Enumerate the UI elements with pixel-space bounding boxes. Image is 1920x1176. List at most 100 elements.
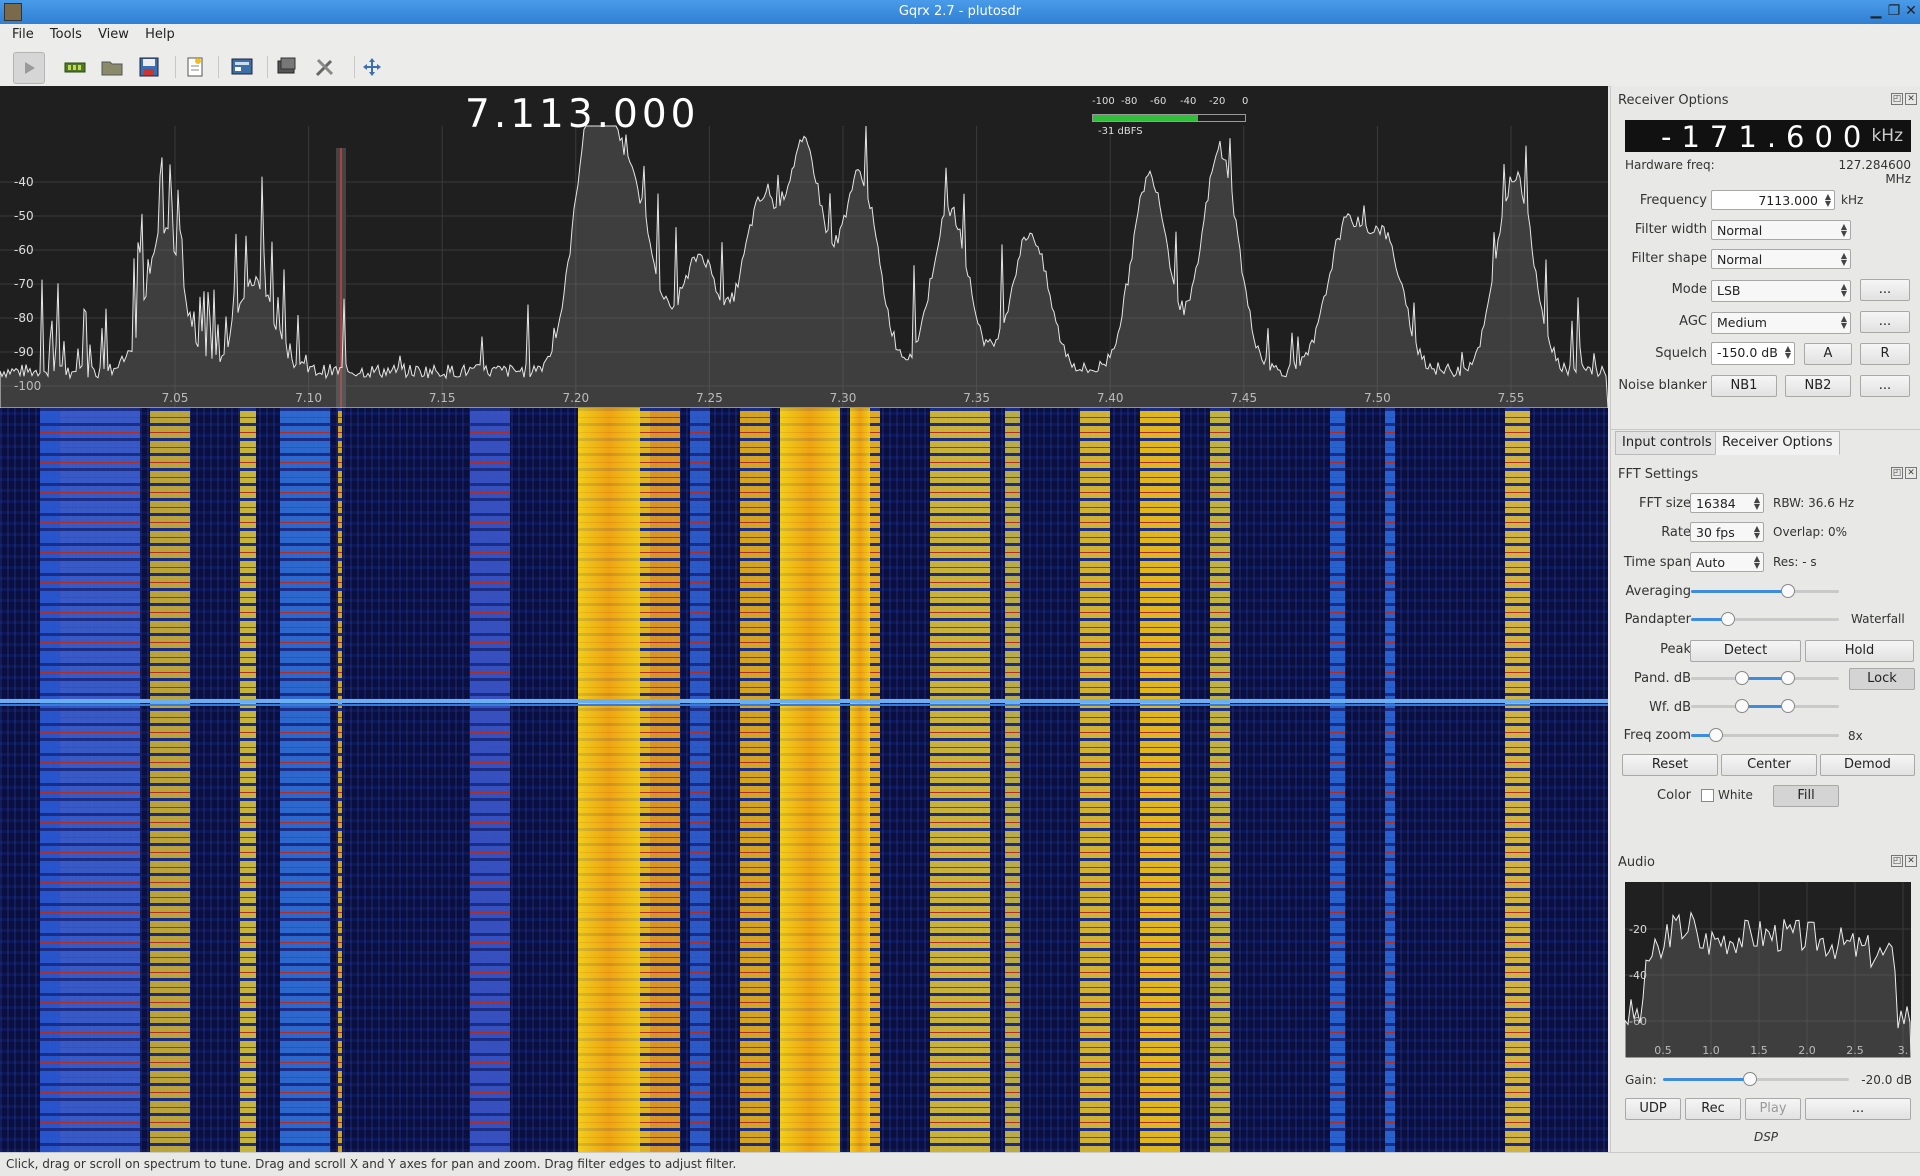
demod-button[interactable]: Demod (1820, 754, 1915, 776)
peak-detect-button[interactable]: Detect (1690, 640, 1801, 662)
open-icon[interactable] (97, 52, 127, 82)
float-icon[interactable]: ◰ (1891, 855, 1903, 867)
spectrum-plot[interactable]: -40-50-60-70-80-90-1007.057.107.157.207.… (0, 86, 1608, 408)
agc-select[interactable]: Medium ▲ ▼ (1711, 312, 1851, 334)
time-span-select[interactable]: Auto ▲ ▼ (1690, 552, 1764, 572)
settings-icon[interactable] (310, 52, 340, 82)
window-title: Gqrx 2.7 - plutosdr (898, 4, 1022, 19)
menu-help[interactable]: Help (141, 24, 183, 42)
rbw-text: RBW: 36.6 Hz (1773, 496, 1855, 510)
freq-zoom-slider[interactable] (1691, 727, 1839, 743)
overlap-text: Overlap: 0% (1773, 525, 1848, 539)
mode-options-button[interactable]: ... (1860, 279, 1910, 301)
fullscreen-icon[interactable] (357, 52, 387, 82)
nb1-button[interactable]: NB1 (1711, 375, 1777, 397)
offset-value: -171.600 (1661, 120, 1872, 154)
float-icon[interactable]: ◰ (1891, 467, 1903, 479)
save-icon[interactable] (134, 52, 164, 82)
center-frequency-display[interactable]: 7.113.000 (465, 92, 700, 137)
white-checkbox[interactable] (1701, 789, 1714, 802)
close-icon[interactable]: ✕ (1905, 855, 1917, 867)
squelch-value: -150.0 dB (1717, 345, 1778, 360)
lock-button[interactable]: Lock (1849, 668, 1915, 690)
rate-select[interactable]: 30 fps ▲ ▼ (1690, 522, 1764, 542)
udp-button[interactable]: UDP (1625, 1098, 1681, 1120)
play-button[interactable]: Play (1745, 1098, 1801, 1120)
waterfall-signal (740, 408, 770, 1152)
offset-display[interactable]: -171.600 kHz (1625, 120, 1911, 154)
pandapter-db-slider[interactable] (1691, 670, 1839, 686)
record-button[interactable]: Rec (1685, 1098, 1741, 1120)
peak-hold-button[interactable]: Hold (1805, 640, 1914, 662)
fill-button[interactable]: Fill (1773, 785, 1839, 807)
maximize-icon[interactable]: ❐ (1886, 3, 1902, 19)
status-text: Click, drag or scroll on spectrum to tun… (6, 1157, 737, 1171)
menu-file[interactable]: File (0, 24, 42, 42)
audio-options-button[interactable]: ... (1805, 1098, 1911, 1120)
screenshot-icon[interactable] (272, 52, 302, 82)
audio-gain-slider[interactable] (1663, 1071, 1849, 1087)
title-bar: Gqrx 2.7 - plutosdr ▁ ❐ ✕ (0, 0, 1920, 24)
close-icon[interactable]: ✕ (1905, 93, 1917, 105)
nb-options-button[interactable]: ... (1860, 375, 1910, 397)
fft-size-value: 16384 (1696, 496, 1736, 511)
audio-title: Audio (1618, 855, 1655, 870)
waterfall-display[interactable] (0, 408, 1608, 1152)
filter-width-value: Normal (1717, 223, 1763, 238)
menu-view[interactable]: View (94, 24, 137, 42)
spin-arrows-icon[interactable]: ▲ ▼ (1825, 193, 1831, 208)
bookmark-icon[interactable] (180, 52, 210, 82)
dsp-label: DSP (1753, 1130, 1779, 1144)
waterfall-db-slider[interactable] (1691, 698, 1839, 714)
fft-settings-title: FFT Settings (1618, 467, 1699, 482)
toolbar-separator (175, 56, 176, 78)
hardware-freq-label: Hardware freq: (1625, 158, 1715, 172)
center-button[interactable]: Center (1721, 754, 1817, 776)
waterfall-signal (930, 408, 990, 1152)
spin-arrows-icon[interactable]: ▲ ▼ (1785, 345, 1791, 360)
waterfall-signal (280, 408, 330, 1152)
spectrum-graph[interactable]: -40-50-60-70-80-90-1007.057.107.157.207.… (0, 86, 1608, 408)
play-icon[interactable] (13, 52, 45, 84)
filter-width-select[interactable]: Normal ▲ ▼ (1711, 220, 1851, 240)
agc-options-button[interactable]: ... (1860, 311, 1910, 333)
menu-bar: File Tools View Help (0, 24, 1920, 48)
tab-receiver-options[interactable]: Receiver Options (1715, 431, 1840, 455)
tab-input-controls[interactable]: Input controls (1615, 431, 1719, 455)
rate-label: Rate (1661, 525, 1691, 540)
reset-button[interactable]: Reset (1622, 754, 1718, 776)
combo-arrow-icon: ▲ ▼ (1840, 251, 1847, 267)
averaging-slider[interactable] (1691, 583, 1839, 599)
squelch-reset-button[interactable]: R (1860, 343, 1910, 365)
filter-shape-select[interactable]: Normal ▲ ▼ (1711, 249, 1851, 269)
waterfall-signal (150, 408, 190, 1152)
remote-control-icon[interactable] (227, 52, 257, 82)
hardware-icon[interactable] (60, 52, 90, 82)
float-icon[interactable]: ◰ (1891, 93, 1903, 105)
squelch-auto-button[interactable]: A (1804, 343, 1852, 365)
waterfall-interference-line (0, 699, 1608, 703)
fft-size-label: FFT size (1638, 496, 1691, 511)
waterfall-signal (1140, 408, 1180, 1152)
db-tick-label: -60 (14, 243, 34, 257)
meter-bar (1092, 114, 1246, 122)
nb2-button[interactable]: NB2 (1785, 375, 1851, 397)
gain-label: Gain: (1625, 1073, 1657, 1087)
menu-tools[interactable]: Tools (46, 24, 90, 42)
minimize-icon[interactable]: ▁ (1868, 3, 1884, 19)
close-icon[interactable]: ✕ (1903, 3, 1919, 19)
fft-size-select[interactable]: 16384 ▲ ▼ (1690, 493, 1764, 513)
mode-label: Mode (1671, 282, 1707, 297)
frequency-input[interactable]: 7113.000 ▲ ▼ (1711, 190, 1835, 210)
pandapter-waterfall-slider[interactable] (1691, 611, 1839, 627)
filter-shape-value: Normal (1717, 252, 1763, 267)
squelch-input[interactable]: -150.0 dB ▲ ▼ (1711, 342, 1795, 365)
audio-spectrum-graph: -20-40-600.51.01.52.02.53. (1625, 882, 1911, 1058)
frequency-value: 7113.000 (1758, 193, 1818, 208)
agc-label: AGC (1679, 314, 1707, 329)
combo-arrow-icon: ▲ ▼ (1840, 282, 1847, 298)
filter-shape-label: Filter shape (1631, 251, 1707, 266)
audio-spectrum: -20-40-600.51.01.52.02.53. (1625, 882, 1911, 1058)
close-icon[interactable]: ✕ (1905, 467, 1917, 479)
mode-select[interactable]: LSB ▲ ▼ (1711, 280, 1851, 302)
